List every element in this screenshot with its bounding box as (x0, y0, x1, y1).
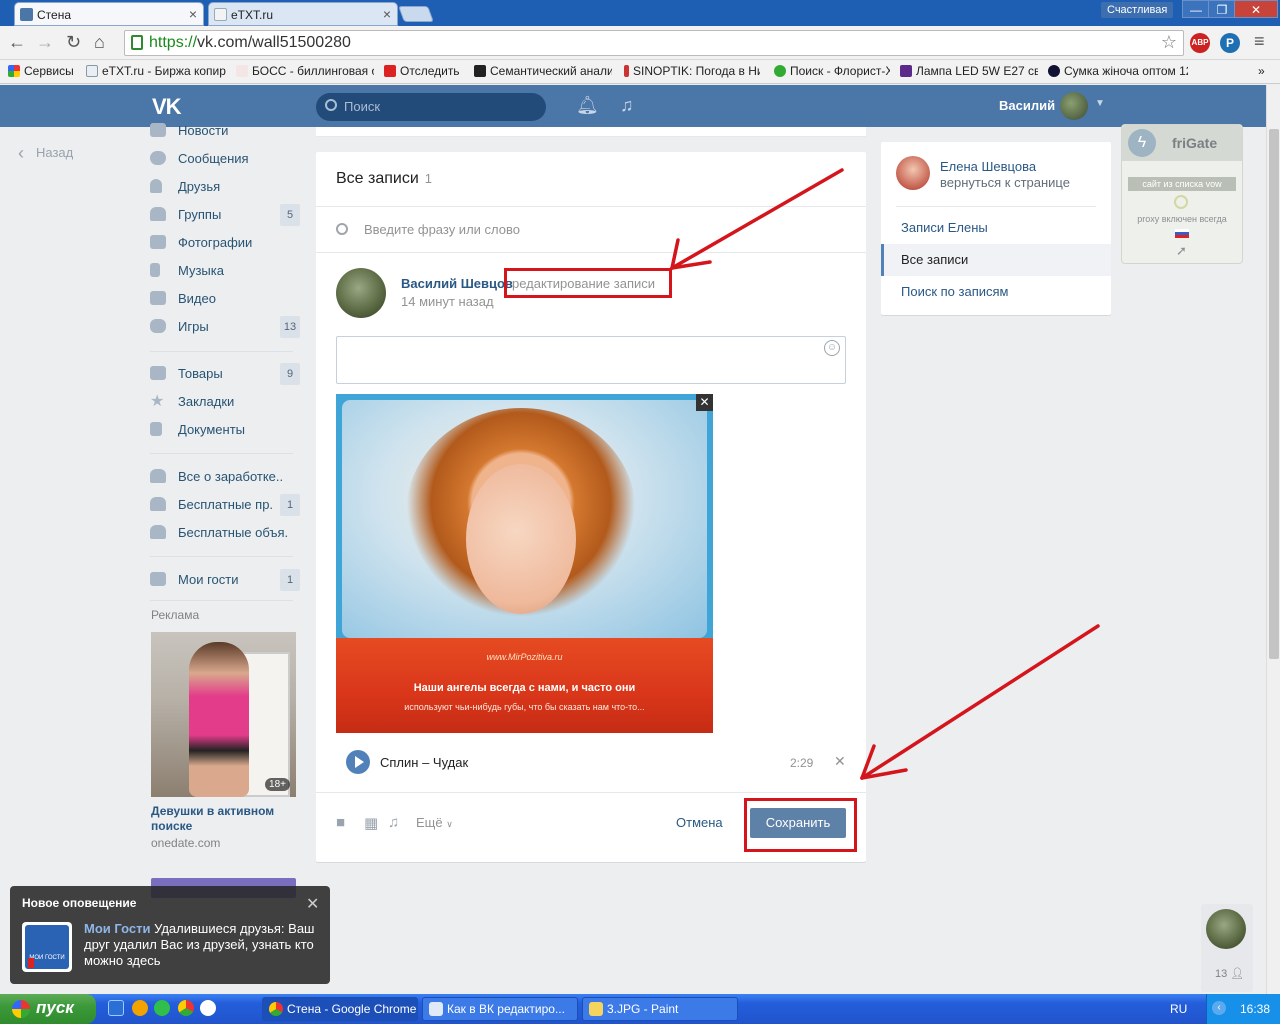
task-label: 3.JPG - Paint (607, 1002, 679, 1016)
tray-chevron-icon[interactable]: ‹ (1212, 1001, 1226, 1015)
desktop-quicklaunch-icon[interactable] (108, 1000, 124, 1016)
paint-icon (589, 1002, 603, 1016)
start-label: пуск (36, 998, 74, 1017)
chrome-quicklaunch-icon[interactable] (178, 1000, 194, 1016)
taskbar-task-document[interactable]: Как в ВК редактиро... (422, 997, 578, 1021)
windows-logo-icon (12, 1000, 30, 1018)
annotation-arrow-edit (670, 168, 844, 270)
annotation-arrow-save (860, 624, 1100, 780)
chrome-icon (269, 1002, 283, 1016)
whatsapp-quicklaunch-icon[interactable] (154, 1000, 170, 1016)
avast-quicklaunch-icon[interactable] (132, 1000, 148, 1016)
start-button[interactable]: пуск (0, 994, 96, 1024)
taskbar-task-paint[interactable]: 3.JPG - Paint (582, 997, 738, 1021)
task-label: Как в ВК редактиро... (447, 1002, 565, 1016)
document-icon (429, 1002, 443, 1016)
yandex-quicklaunch-icon[interactable] (200, 1000, 216, 1016)
annotation-arrows (670, 168, 1100, 780)
language-indicator[interactable]: RU (1170, 1002, 1187, 1016)
task-label: Стена - Google Chrome (287, 1002, 417, 1016)
clock: 16:38 (1240, 1002, 1271, 1016)
windows-taskbar: пуск Стена - Google Chrome Как в ВК реда… (0, 994, 1280, 1024)
taskbar-task-chrome[interactable]: Стена - Google Chrome (262, 997, 418, 1021)
